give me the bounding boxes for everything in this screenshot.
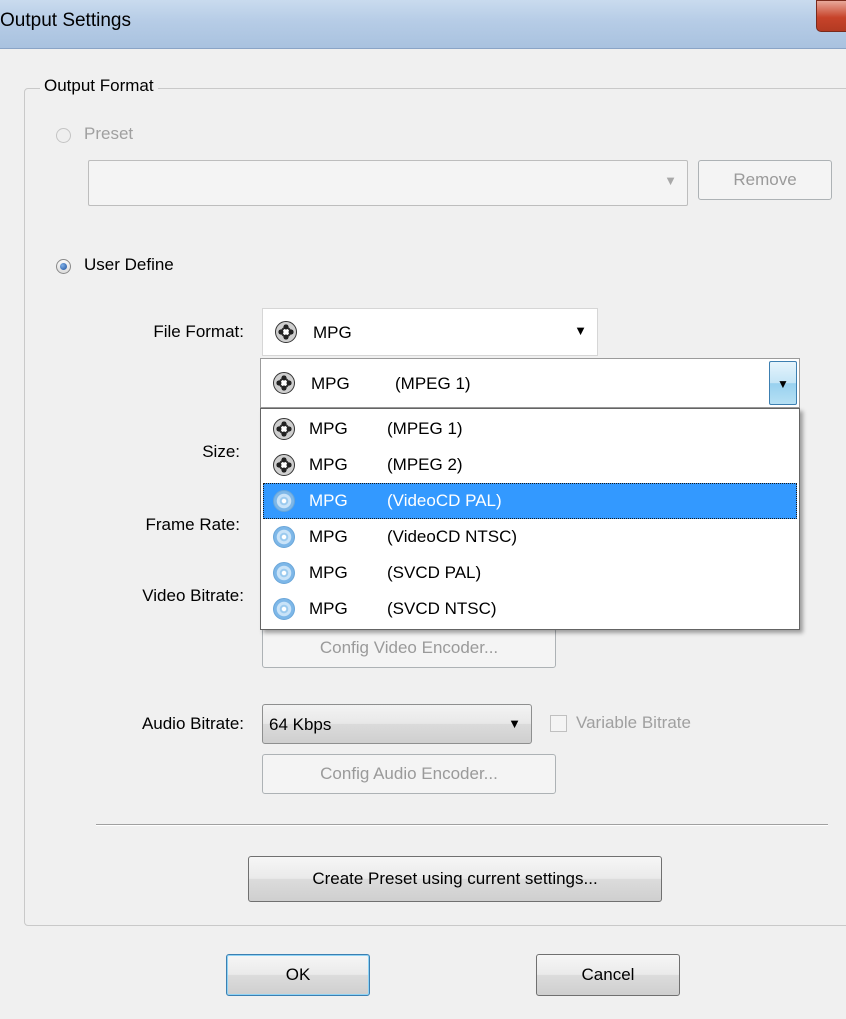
remove-button[interactable]: Remove (698, 160, 832, 200)
variable-bitrate-checkbox[interactable] (550, 715, 567, 732)
chevron-down-icon: ▼ (664, 173, 677, 188)
title-bar: Output Settings (0, 0, 846, 49)
file-format-label: File Format: (153, 322, 244, 341)
file-format-combo[interactable]: MPG ▼ (262, 308, 598, 356)
video-bitrate-label: Video Bitrate: (142, 586, 244, 605)
cd-icon (273, 598, 295, 620)
sub-format-dropdown-list: MPG (MPEG 1) MPG (MPEG 2) MPG (VideoCD P… (260, 408, 800, 630)
close-button[interactable] (816, 0, 846, 32)
group-label: Output Format (40, 76, 158, 96)
user-define-radio[interactable] (56, 259, 71, 274)
ok-button[interactable]: OK (226, 954, 370, 996)
chevron-down-icon: ▼ (777, 377, 789, 391)
config-audio-encoder-button[interactable]: Config Audio Encoder... (262, 754, 556, 794)
cd-icon (273, 526, 295, 548)
list-item[interactable]: MPG (SVCD PAL) (263, 555, 797, 591)
window-title: Output Settings (0, 10, 131, 31)
cancel-button[interactable]: Cancel (536, 954, 680, 996)
sub-format-variant: (MPEG 1) (395, 374, 471, 393)
chevron-down-icon: ▼ (508, 716, 521, 731)
variable-bitrate-label: Variable Bitrate (576, 713, 691, 732)
create-preset-button[interactable]: Create Preset using current settings... (248, 856, 662, 902)
audio-bitrate-value: 64 Kbps (269, 715, 332, 734)
film-reel-icon (273, 454, 295, 476)
list-item[interactable]: MPG (MPEG 1) (263, 411, 797, 447)
list-item[interactable]: MPG (SVCD NTSC) (263, 591, 797, 627)
user-define-label: User Define (84, 255, 174, 274)
sub-format-combo[interactable]: MPG (MPEG 1) ▼ (260, 358, 800, 408)
film-reel-icon (273, 418, 295, 440)
cd-icon (273, 562, 295, 584)
separator (96, 824, 828, 826)
sub-format-name: MPG (311, 374, 350, 393)
config-video-encoder-button[interactable]: Config Video Encoder... (262, 628, 556, 668)
audio-bitrate-label: Audio Bitrate: (141, 714, 244, 733)
preset-label: Preset (84, 124, 134, 143)
size-label: Size: (202, 442, 240, 461)
list-item-selected[interactable]: MPG (VideoCD PAL) (263, 483, 797, 519)
file-format-value: MPG (313, 323, 352, 342)
preset-combo[interactable]: ▼ (88, 160, 688, 206)
cd-icon (273, 490, 295, 512)
film-reel-icon (275, 321, 297, 343)
dropdown-button[interactable]: ▼ (769, 361, 797, 405)
preset-radio[interactable] (56, 128, 71, 143)
list-item[interactable]: MPG (VideoCD NTSC) (263, 519, 797, 555)
audio-bitrate-combo[interactable]: 64 Kbps ▼ (262, 704, 532, 744)
chevron-down-icon: ▼ (574, 323, 587, 338)
film-reel-icon (273, 372, 295, 394)
list-item[interactable]: MPG (MPEG 2) (263, 447, 797, 483)
frame-rate-label: Frame Rate: (145, 515, 240, 534)
